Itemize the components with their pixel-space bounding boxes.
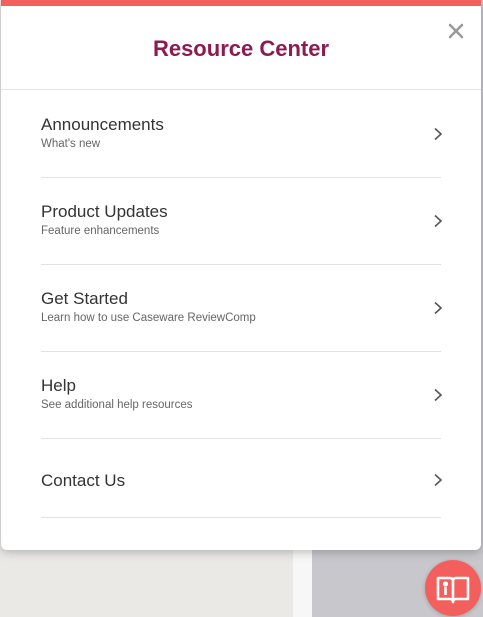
menu-item-subtitle: See additional help resources	[41, 399, 193, 411]
resource-center-panel: Resource Center Announcements What's new…	[1, 0, 481, 550]
menu-item-subtitle: Learn how to use Caseware ReviewComp	[41, 312, 256, 324]
menu-item-announcements[interactable]: Announcements What's new	[41, 91, 443, 178]
resource-menu: Announcements What's new Product Updates…	[41, 91, 443, 518]
menu-item-subtitle: Feature enhancements	[41, 225, 160, 237]
chevron-right-icon	[434, 473, 443, 487]
close-button[interactable]	[447, 22, 465, 40]
menu-item-title: Help	[41, 376, 76, 395]
close-icon	[448, 23, 464, 39]
chevron-right-icon	[434, 301, 443, 315]
menu-item-get-started[interactable]: Get Started Learn how to use Caseware Re…	[41, 265, 443, 352]
panel-header: Resource Center	[1, 6, 481, 90]
menu-item-subtitle: What's new	[41, 138, 101, 150]
menu-item-title: Announcements	[41, 115, 164, 134]
menu-item-product-updates[interactable]: Product Updates Feature enhancements	[41, 178, 443, 265]
chevron-right-icon	[434, 214, 443, 228]
menu-item-title: Get Started	[41, 289, 128, 308]
menu-item-title: Contact Us	[41, 471, 126, 490]
chevron-right-icon	[434, 127, 443, 141]
resource-center-launcher-button[interactable]	[425, 560, 481, 616]
menu-item-contact-us[interactable]: Contact Us	[41, 439, 443, 518]
panel-title: Resource Center	[152, 36, 330, 61]
chevron-right-icon	[434, 388, 443, 402]
menu-item-help[interactable]: Help See additional help resources	[41, 352, 443, 439]
menu-item-title: Product Updates	[41, 202, 168, 221]
open-book-icon	[436, 576, 470, 604]
